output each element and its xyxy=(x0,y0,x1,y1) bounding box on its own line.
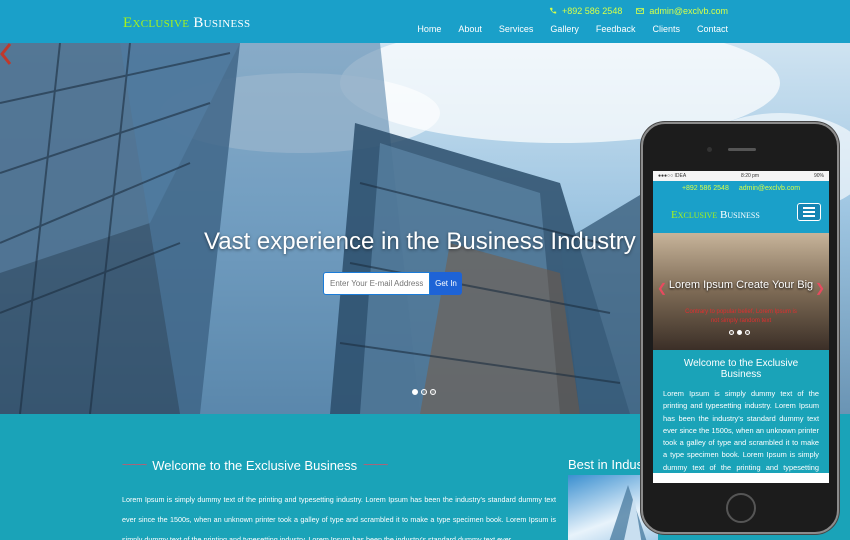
phone-number[interactable]: +892 586 2548 xyxy=(562,6,622,16)
envelope-icon xyxy=(636,8,645,14)
subscribe-form: Get In xyxy=(323,272,462,295)
mobile-phone[interactable]: +892 586 2548 xyxy=(682,185,729,192)
mobile-dot-1[interactable] xyxy=(729,330,734,335)
best-heading: Best in Indus xyxy=(568,457,644,472)
page: Exclusive Business +892 586 2548 admin@e… xyxy=(0,0,850,540)
mobile-dot-3[interactable] xyxy=(745,330,750,335)
phone-home-button xyxy=(726,493,756,523)
slider-prev-arrow-icon[interactable] xyxy=(0,43,12,65)
nav-clients[interactable]: Clients xyxy=(652,24,680,34)
mobile-slider: ❮ ❯ Lorem Ipsum Create Your Big Contrary… xyxy=(653,233,829,350)
mobile-logo[interactable]: Exclusive Business xyxy=(671,209,760,221)
nav-contact[interactable]: Contact xyxy=(697,24,728,34)
wave-decoration-left: ~~~~~ xyxy=(122,460,147,471)
nav-gallery[interactable]: Gallery xyxy=(550,24,579,34)
nav-about[interactable]: About xyxy=(458,24,482,34)
slider-dot-1[interactable] xyxy=(412,389,418,395)
mobile-welcome-body: Lorem Ipsum is simply dummy text of the … xyxy=(663,389,819,483)
main-nav: Home About Services Gallery Feedback Cli… xyxy=(417,24,728,34)
welcome-title: Welcome to the Exclusive Business xyxy=(152,458,358,473)
mobile-slide-title: Lorem Ipsum Create Your Big xyxy=(668,279,814,291)
hero-title: Vast experience in the Business Industry xyxy=(204,228,636,255)
wave-decoration-right: ~~~~~ xyxy=(363,460,388,471)
email-info: admin@exclvb.com xyxy=(636,6,728,16)
email-input[interactable] xyxy=(323,272,430,295)
get-in-button[interactable]: Get In xyxy=(430,272,462,295)
mobile-contact-bar: +892 586 2548 admin@exclvb.com xyxy=(653,181,829,195)
phone-screen: ●●●○○ IDEA 8:20 pm 90% +892 586 2548 adm… xyxy=(653,171,829,483)
slider-dot-2[interactable] xyxy=(421,389,427,395)
header-contact: +892 586 2548 admin@exclvb.com xyxy=(549,6,728,16)
mobile-slider-dots xyxy=(729,330,750,335)
mobile-logo-word-1: Exclusive xyxy=(671,209,718,221)
phone-icon xyxy=(549,7,557,14)
site-logo[interactable]: Exclusive Business xyxy=(123,15,250,32)
phone-camera xyxy=(707,147,712,152)
mobile-status-bar: ●●●○○ IDEA 8:20 pm 90% xyxy=(653,171,829,181)
slider-dots xyxy=(412,389,436,395)
mobile-logo-word-2: Business xyxy=(720,209,760,221)
mobile-header: Exclusive Business xyxy=(653,195,829,233)
welcome-heading: ~~~~~ Welcome to the Exclusive Business … xyxy=(122,458,388,473)
site-header: Exclusive Business +892 586 2548 admin@e… xyxy=(0,0,850,43)
logo-word-2: Business xyxy=(193,15,251,31)
phone-info: +892 586 2548 xyxy=(549,6,622,16)
mobile-welcome: Welcome to the Exclusive Business Lorem … xyxy=(653,350,829,483)
mobile-slide-subtitle: Contrary to popular belief, Lorem Ipsum … xyxy=(685,309,797,324)
slider-dot-3[interactable] xyxy=(430,389,436,395)
mobile-welcome-title: Welcome to the Exclusive Business xyxy=(683,358,799,380)
phone-speaker xyxy=(728,148,756,151)
status-battery: 90% xyxy=(813,173,824,179)
phone-mockup: ●●●○○ IDEA 8:20 pm 90% +892 586 2548 adm… xyxy=(641,122,839,534)
email-address[interactable]: admin@exclvb.com xyxy=(649,6,728,16)
nav-home[interactable]: Home xyxy=(417,24,441,34)
hamburger-menu-icon[interactable] xyxy=(797,203,821,221)
status-time: 8:20 pm xyxy=(741,173,760,179)
nav-services[interactable]: Services xyxy=(499,24,534,34)
nav-feedback[interactable]: Feedback xyxy=(596,24,636,34)
mobile-email[interactable]: admin@exclvb.com xyxy=(739,185,800,192)
logo-word-1: Exclusive xyxy=(123,15,190,31)
welcome-body: Lorem Ipsum is simply dummy text of the … xyxy=(122,495,556,540)
mobile-dot-2[interactable] xyxy=(737,330,742,335)
status-carrier: ●●●○○ IDEA xyxy=(658,173,687,179)
